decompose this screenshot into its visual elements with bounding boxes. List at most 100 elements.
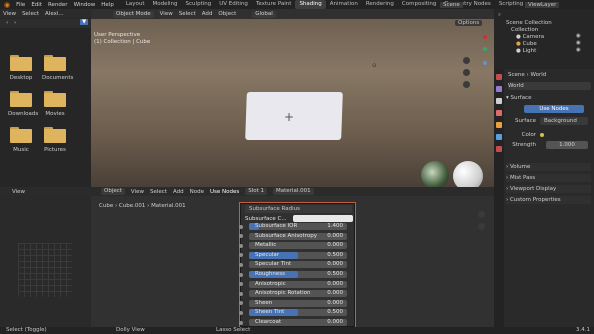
subsurface-color-swatch[interactable] xyxy=(293,215,353,222)
input-socket-icon[interactable] xyxy=(239,253,243,258)
image-editor[interactable]: View xyxy=(0,187,91,327)
filter-icon[interactable]: ▼ xyxy=(80,19,89,25)
workspace-tab-compositing[interactable]: Compositing xyxy=(398,0,440,9)
material-tab-icon[interactable] xyxy=(496,146,502,152)
panel-volume[interactable]: › Volume xyxy=(506,163,591,171)
shader-header-select[interactable]: Select xyxy=(150,189,167,195)
camera-icon[interactable] xyxy=(463,81,470,88)
color-socket-icon[interactable] xyxy=(540,133,544,137)
eye-icon[interactable]: ◉ xyxy=(576,47,581,53)
principled-bsdf-node[interactable]: Subsurface Radius Subsurface C... Subsur… xyxy=(239,202,356,328)
workspace-tab-modeling[interactable]: Modeling xyxy=(149,0,182,9)
hand-icon[interactable] xyxy=(478,223,485,230)
object-menu[interactable]: Object xyxy=(218,11,236,17)
view-menu[interactable]: View xyxy=(12,189,25,195)
panel-custom-properties[interactable]: › Custom Properties xyxy=(506,196,591,204)
node-input-metallic[interactable]: Metallic 0.000 xyxy=(249,242,347,250)
menu-render[interactable]: Render xyxy=(48,2,68,8)
zoom-icon[interactable] xyxy=(463,57,470,64)
menu-file[interactable]: File xyxy=(16,2,25,8)
view-menu[interactable]: View xyxy=(3,11,16,17)
eye-icon[interactable]: ◉ xyxy=(576,40,581,46)
workspace-tab-sculpting[interactable]: Sculpting xyxy=(182,0,216,9)
shader-header-slot-1[interactable]: Slot 1 xyxy=(245,188,268,195)
shader-header-add[interactable]: Add xyxy=(173,189,184,195)
input-socket-icon[interactable] xyxy=(239,291,243,296)
forward-arrow-icon[interactable]: › xyxy=(14,20,16,26)
shader-header-view[interactable]: View xyxy=(131,189,144,195)
input-socket-icon[interactable] xyxy=(239,301,243,306)
input-socket-icon[interactable] xyxy=(239,320,243,325)
shader-header-node[interactable]: Node xyxy=(190,189,204,195)
workspace-tab-texture-paint[interactable]: Texture Paint xyxy=(252,0,296,9)
scene-selector[interactable]: Scene xyxy=(440,1,463,8)
menu-help[interactable]: Help xyxy=(101,2,114,8)
surface-shader-dropdown[interactable]: Background xyxy=(540,117,588,125)
zoom-icon[interactable] xyxy=(478,211,485,218)
shader-header-object[interactable]: Object xyxy=(101,188,125,195)
back-arrow-icon[interactable]: ‹ xyxy=(6,20,8,26)
folder-pictures[interactable]: Pictures xyxy=(42,127,68,159)
use-nodes-button[interactable]: Use Nodes xyxy=(524,105,584,113)
render-tab-icon[interactable] xyxy=(496,86,502,92)
node-input-clearcoat[interactable]: Clearcoat 0.000 xyxy=(249,319,347,326)
output-tab-icon[interactable] xyxy=(496,98,502,104)
object-mode-dropdown[interactable]: Object Mode xyxy=(113,10,154,18)
workspace-tab-layout[interactable]: Layout xyxy=(122,0,149,9)
workspace-tab-shading[interactable]: Shading xyxy=(295,0,326,9)
options-button[interactable]: Options xyxy=(455,20,483,26)
folder-downloads[interactable]: Downloads xyxy=(8,91,38,123)
modifier-tab-icon[interactable] xyxy=(496,134,502,140)
tool-tab-icon[interactable] xyxy=(496,74,502,80)
node-input-sheen-tint[interactable]: Sheen Tint 0.500 xyxy=(249,309,347,317)
input-socket-icon[interactable] xyxy=(239,262,243,267)
input-socket-icon[interactable] xyxy=(239,243,243,248)
workspace-tab-scripting[interactable]: Scripting xyxy=(495,0,527,9)
navigation-gizmo[interactable] xyxy=(477,31,493,71)
search-icon[interactable]: ⌕ xyxy=(498,12,501,19)
node-input-sheen[interactable]: Sheen 0.000 xyxy=(249,299,347,307)
folder-documents[interactable]: Documents xyxy=(42,55,73,87)
strength-field[interactable]: 1.000 xyxy=(546,141,588,149)
workspace-tab-rendering[interactable]: Rendering xyxy=(362,0,398,9)
surface-panel-header[interactable]: ▾ Surface xyxy=(506,94,591,102)
shader-header-material-001[interactable]: Material.001 xyxy=(273,188,314,195)
node-input-anisotropic[interactable]: Anisotropic 0.000 xyxy=(249,280,347,288)
select-menu[interactable]: Select xyxy=(22,11,39,17)
node-input-anisotropic-rotation[interactable]: Anisotropic Rotation 0.000 xyxy=(249,290,347,298)
panel-viewport-display[interactable]: › Viewport Display xyxy=(506,185,591,193)
node-input-roughness[interactable]: Roughness 0.500 xyxy=(249,271,347,278)
workspace-tab-animation[interactable]: Animation xyxy=(326,0,362,9)
menu-edit[interactable]: Edit xyxy=(31,2,42,8)
input-socket-icon[interactable] xyxy=(239,272,243,277)
view-menu[interactable]: View xyxy=(160,11,173,17)
light-icon[interactable]: ⊙ xyxy=(372,63,377,69)
subsurface-radius-field[interactable]: Subsurface Radius xyxy=(245,205,352,213)
node-input-subsurface-ior[interactable]: Subsurface IOR 1.400 xyxy=(249,223,347,230)
orientation-dropdown[interactable]: Global xyxy=(252,10,276,18)
object-tab-icon[interactable] xyxy=(496,122,502,128)
path-field[interactable]: Alexi... xyxy=(45,11,64,17)
input-socket-icon[interactable] xyxy=(239,224,243,229)
menu-window[interactable]: Window xyxy=(74,2,96,8)
hand-icon[interactable] xyxy=(463,69,470,76)
world-tab-icon[interactable] xyxy=(496,110,502,116)
node-input-subsurface-anisotropy[interactable]: Subsurface Anisotropy 0.000 xyxy=(249,232,347,240)
workspace-tab-uv-editing[interactable]: UV Editing xyxy=(215,0,252,9)
node-input-specular[interactable]: Specular 0.500 xyxy=(249,251,347,259)
world-name-field[interactable]: World xyxy=(508,82,591,90)
input-socket-icon[interactable] xyxy=(239,234,243,239)
eye-icon[interactable]: ◉ xyxy=(576,33,581,39)
3d-cursor-icon[interactable]: + xyxy=(284,110,294,124)
shader-header-use-nodes[interactable]: Use Nodes xyxy=(210,189,239,195)
panel-mist-pass[interactable]: › Mist Pass xyxy=(506,174,591,182)
add-menu[interactable]: Add xyxy=(202,11,213,17)
folder-music[interactable]: Music xyxy=(8,127,34,159)
folder-movies[interactable]: Movies xyxy=(42,91,68,123)
input-socket-icon[interactable] xyxy=(239,282,243,287)
view-layer-selector[interactable]: ViewLayer xyxy=(525,1,560,8)
select-menu[interactable]: Select xyxy=(179,11,196,17)
folder-desktop[interactable]: Desktop xyxy=(8,55,34,87)
node-input-specular-tint[interactable]: Specular Tint 0.000 xyxy=(249,261,347,269)
input-socket-icon[interactable] xyxy=(239,310,243,315)
